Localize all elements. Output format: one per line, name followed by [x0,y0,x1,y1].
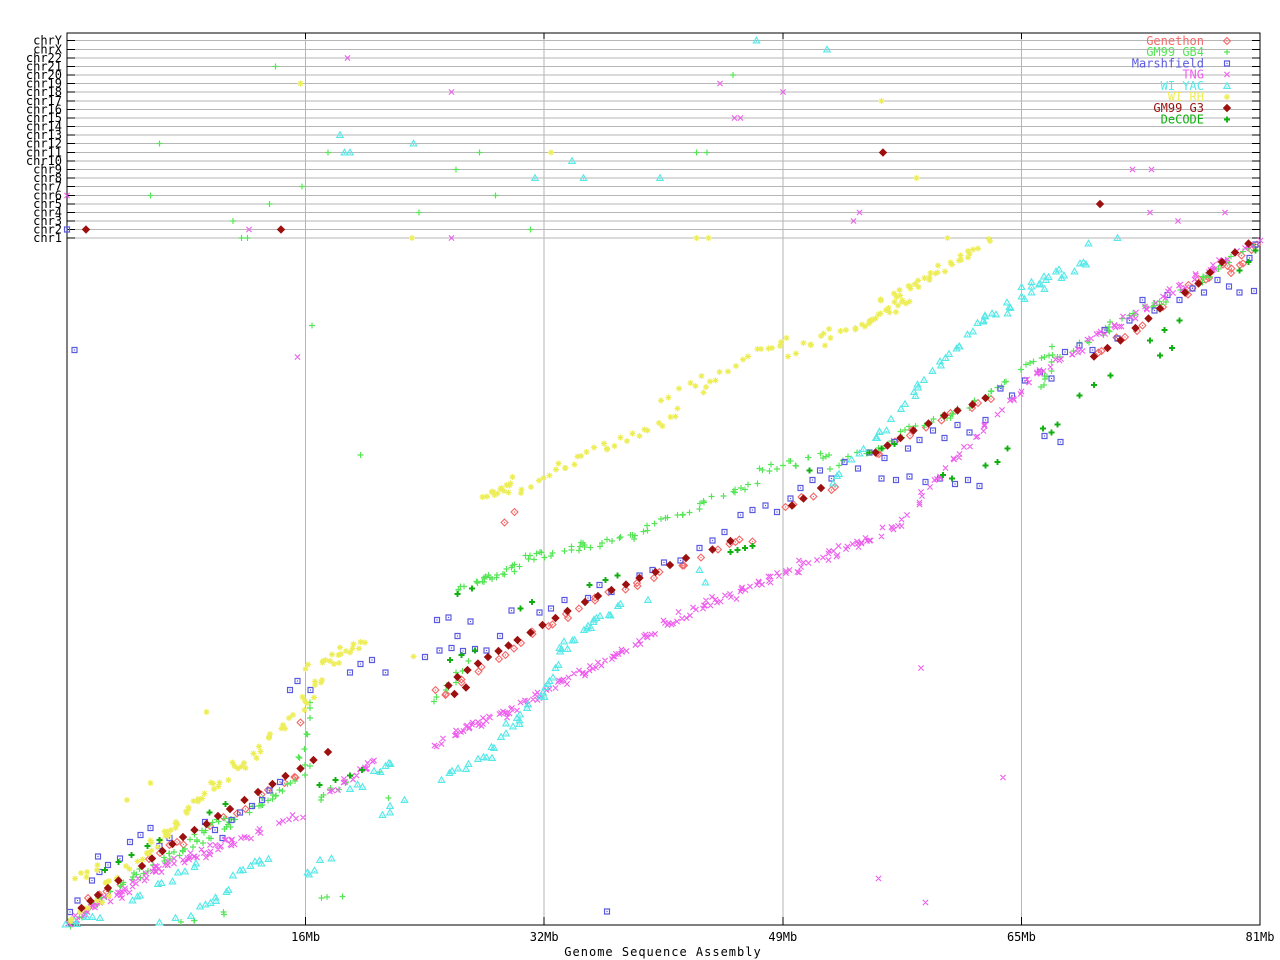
x-tick-label-81Mb: 81Mb [1246,930,1275,944]
x-tick-label-32Mb: 32Mb [530,930,559,944]
chrom-label-chr1: chr1 [33,231,62,245]
chart-root: Chromosome 17 Markers vs Genome Sequence… [0,0,1280,960]
scatter-plot: chrYchrXchr22chr21chr20chr19chr18chr17ch… [0,0,1280,960]
x-axis-title: Genome Sequence Assembly [564,945,761,959]
x-tick-label-16Mb: 16Mb [291,930,320,944]
x-tick-label-65Mb: 65Mb [1007,930,1036,944]
legend-label-decode: DeCODE [1161,112,1204,126]
legend-marker-wi-rh [1224,94,1230,100]
x-tick-label-49Mb: 49Mb [768,930,797,944]
